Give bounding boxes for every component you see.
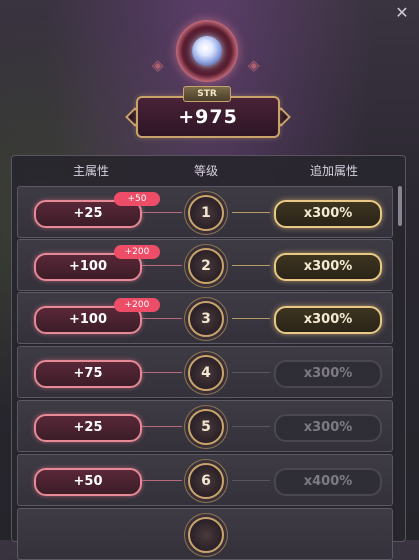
column-header-level: 等级 bbox=[193, 164, 218, 178]
stat-total-value: +975 bbox=[178, 106, 238, 128]
column-header-main: 主属性 bbox=[72, 164, 109, 178]
main-attribute-value: +75 bbox=[34, 360, 142, 388]
bonus-multiplier: x300% bbox=[274, 200, 382, 228]
bonus-multiplier: x300% bbox=[274, 414, 382, 442]
connector-line bbox=[232, 480, 270, 481]
connector-line bbox=[232, 318, 270, 319]
table-row bbox=[17, 508, 393, 560]
table-row: +75 x300% 4 bbox=[17, 346, 393, 398]
connector-line bbox=[142, 480, 182, 481]
table-row: +100 x300% +200 3 bbox=[17, 292, 393, 344]
bonus-badge: +200 bbox=[114, 245, 160, 259]
connector-line bbox=[232, 265, 270, 266]
connector-line bbox=[232, 212, 270, 213]
bonus-badge: +50 bbox=[114, 192, 160, 206]
bonus-badge: +200 bbox=[114, 298, 160, 312]
table-header: 主属性 等级 追加属性 bbox=[11, 160, 404, 182]
level-medal-icon: 1 bbox=[188, 195, 224, 231]
level-medal-icon bbox=[188, 517, 224, 553]
connector-line bbox=[142, 212, 182, 213]
level-medal-icon: 2 bbox=[188, 248, 224, 284]
connector-line bbox=[142, 426, 182, 427]
bonus-multiplier: x300% bbox=[274, 360, 382, 388]
connector-line bbox=[142, 265, 182, 266]
table-row: +25 x300% 5 bbox=[17, 400, 393, 452]
main-attribute-value: +50 bbox=[34, 468, 142, 496]
table-row: +25 x300% +50 1 bbox=[17, 186, 393, 238]
bonus-multiplier: x300% bbox=[274, 306, 382, 334]
ornament-right-icon: ◈ bbox=[248, 56, 260, 74]
strength-gem-icon bbox=[176, 20, 238, 82]
close-icon[interactable]: ✕ bbox=[393, 4, 411, 22]
connector-line bbox=[232, 372, 270, 373]
table-row: +100 x300% +200 2 bbox=[17, 239, 393, 291]
connector-line bbox=[142, 318, 182, 319]
main-attribute-value: +25 bbox=[34, 414, 142, 442]
ornament-left-icon: ◈ bbox=[152, 56, 164, 74]
level-medal-icon: 6 bbox=[188, 463, 224, 499]
bonus-multiplier: x300% bbox=[274, 253, 382, 281]
connector-line bbox=[232, 426, 270, 427]
bonus-multiplier: x400% bbox=[274, 468, 382, 496]
table-row: +50 x400% 6 bbox=[17, 454, 393, 506]
level-medal-icon: 3 bbox=[188, 301, 224, 337]
scrollbar-thumb[interactable] bbox=[398, 186, 402, 226]
connector-line bbox=[142, 372, 182, 373]
level-medal-icon: 5 bbox=[188, 409, 224, 445]
level-medal-icon: 4 bbox=[188, 355, 224, 391]
column-header-bonus: 追加属性 bbox=[309, 164, 358, 178]
